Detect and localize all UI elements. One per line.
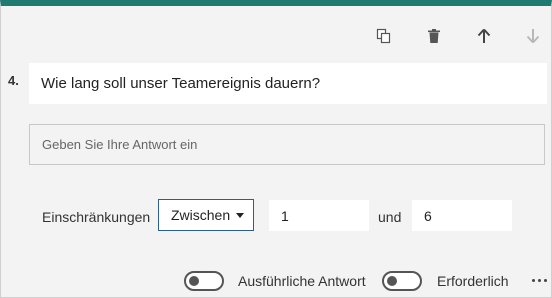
required-toggle[interactable] bbox=[382, 271, 422, 291]
restriction-type-dropdown[interactable]: Zwischen bbox=[158, 199, 254, 231]
more-options-button[interactable] bbox=[529, 270, 549, 290]
toggle-knob bbox=[189, 276, 199, 286]
restrictions-label: Einschränkungen bbox=[42, 209, 151, 225]
max-value-input[interactable] bbox=[412, 200, 512, 231]
more-horizontal-icon bbox=[530, 278, 548, 282]
min-value-input[interactable] bbox=[269, 200, 369, 231]
caret-down-icon bbox=[236, 212, 245, 218]
delete-question-button[interactable] bbox=[416, 18, 452, 54]
copy-question-button[interactable] bbox=[366, 18, 402, 54]
range-connector-label: und bbox=[378, 209, 402, 225]
question-card: 4. Wie lang soll unser Teamereignis daue… bbox=[0, 0, 552, 298]
long-answer-toggle[interactable] bbox=[184, 271, 224, 291]
long-answer-label: Ausführliche Antwort bbox=[238, 273, 366, 289]
trash-icon bbox=[426, 28, 442, 44]
required-label: Erforderlich bbox=[437, 273, 509, 289]
answer-input[interactable] bbox=[29, 124, 545, 165]
restriction-type-value: Zwischen bbox=[171, 207, 231, 223]
copy-icon bbox=[376, 28, 392, 44]
move-up-button[interactable] bbox=[466, 18, 502, 54]
arrow-down-icon bbox=[525, 28, 541, 44]
arrow-up-icon bbox=[476, 28, 492, 44]
question-number: 4. bbox=[8, 73, 19, 88]
move-down-button[interactable] bbox=[515, 18, 551, 54]
toggle-knob bbox=[387, 276, 397, 286]
question-title-text: Wie lang soll unser Teamereignis dauern? bbox=[41, 75, 321, 92]
question-title-field[interactable]: Wie lang soll unser Teamereignis dauern? bbox=[29, 63, 547, 104]
